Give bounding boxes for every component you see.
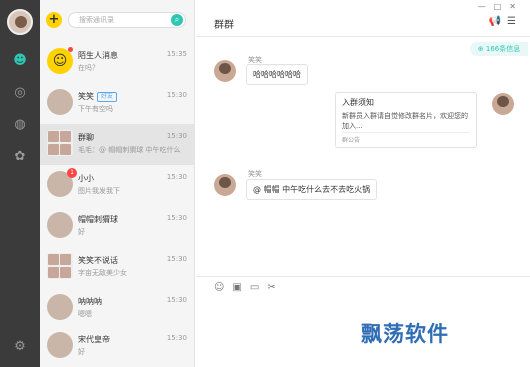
- conversation-name: 陌生人消息: [78, 51, 118, 60]
- notice-avatar[interactable]: [492, 93, 514, 115]
- conversation-item-selected[interactable]: 群聊 毛毛：@ 帽帽刺猬球 中午吃什么 15:30: [40, 124, 195, 165]
- conversation-preview: 好: [78, 348, 85, 356]
- close-icon[interactable]: ✕: [509, 2, 524, 11]
- conversation-time: 15:30: [166, 255, 187, 263]
- conversation-preview: 毛毛：@ 帽帽刺猬球 中午吃什么: [78, 146, 181, 154]
- conversation-time: 15:30: [166, 214, 187, 222]
- app-sidebar: ☻ ◎ ◍ ✿ ⚙: [0, 0, 40, 367]
- chat-panel: —□✕ 群群 📢☰ ⊕ 166条信息 笑笑 哈哈哈哈哈哈 入群须知 新群员入群请…: [196, 0, 530, 367]
- conversation-name: 帽帽刺猬球: [78, 215, 118, 224]
- maximize-icon[interactable]: □: [494, 2, 510, 11]
- watermark-logo: 飘荡软件: [361, 321, 449, 346]
- conversation-item[interactable]: 帽帽刺猬球 好 15:30: [40, 206, 195, 247]
- search-bar: + 搜索通讯录 ⌕: [40, 0, 195, 42]
- conversation-preview: 嗯嗯: [78, 310, 92, 318]
- search-input[interactable]: 搜索通讯录 ⌕: [68, 12, 186, 28]
- conversation-time: 15:30: [166, 132, 187, 140]
- avatar: [47, 332, 73, 358]
- folder-icon[interactable]: ▭: [250, 282, 267, 293]
- conversation-time: 15:30: [166, 334, 187, 342]
- conversation-preview: 在吗？: [78, 64, 99, 72]
- conversation-preview: 好: [78, 228, 85, 236]
- divider: [196, 276, 530, 277]
- group-avatar: [47, 253, 73, 279]
- conversation-preview: 下午有空吗: [78, 105, 113, 113]
- avatar: [47, 212, 73, 238]
- conversation-name: 小小: [78, 174, 94, 183]
- group-avatar: [47, 130, 73, 156]
- conversation-name: 笑笑不说话: [78, 256, 118, 265]
- conversation-name: 宋代皇帝: [78, 335, 110, 344]
- window-controls: —□✕: [478, 2, 524, 11]
- message-bubble: 哈哈哈哈哈哈: [246, 64, 308, 85]
- contact-icon[interactable]: ◎: [11, 84, 29, 102]
- image-icon[interactable]: ▣: [232, 282, 249, 293]
- people-icon: ⊕: [477, 45, 486, 53]
- sender-avatar[interactable]: [214, 60, 236, 82]
- message-count-badge[interactable]: ⊕ 166条信息: [470, 42, 528, 56]
- announcement-icon[interactable]: 📢: [489, 16, 507, 27]
- notice-footer: 群公告: [342, 132, 470, 144]
- group-notice-card[interactable]: 入群须知 新群员入群请自觉修改群名片，欢迎您的加入... 群公告: [335, 92, 477, 148]
- scissors-icon[interactable]: ✂: [267, 282, 283, 293]
- plus-icon[interactable]: +: [46, 12, 62, 28]
- search-icon[interactable]: ⌕: [171, 14, 183, 26]
- conversation-item[interactable]: 呐呐呐 嗯嗯 15:30: [40, 288, 195, 329]
- conversation-list: + 搜索通讯录 ⌕ ☺ 陌生人消息 在吗？ 15:35 笑笑 好友 下午有空吗 1…: [40, 0, 195, 367]
- sender-avatar[interactable]: [214, 174, 236, 196]
- conversation-preview: 字亩无敌美少女: [78, 269, 127, 277]
- avatar: [47, 89, 73, 115]
- divider: [196, 36, 530, 37]
- minimize-icon[interactable]: —: [478, 2, 494, 11]
- settings-icon[interactable]: ⚙: [11, 338, 29, 356]
- unread-dot: [68, 47, 73, 52]
- conversation-item[interactable]: ☺ 陌生人消息 在吗？ 15:35: [40, 42, 195, 83]
- conversation-time: 15:30: [166, 296, 187, 304]
- input-toolbar: ☺▣▭✂: [214, 282, 284, 293]
- conversation-time: 15:30: [166, 173, 187, 181]
- message-bubble: @ 帽帽 中午吃什么去不去吃火锅: [246, 179, 378, 200]
- conversation-item[interactable]: 1 小小 图片我发我下 15:30: [40, 165, 195, 206]
- conversation-name: 呐呐呐: [78, 297, 102, 306]
- conversation-time: 15:30: [166, 91, 187, 99]
- conversation-name: 群聊: [78, 133, 94, 142]
- sender-name: 笑笑: [248, 170, 262, 178]
- avatar: [47, 294, 73, 320]
- notice-title: 入群须知: [342, 98, 374, 107]
- notice-body: 新群员入群请自觉修改群名片，欢迎您的加入...: [342, 112, 468, 130]
- search-placeholder: 搜索通讯录: [79, 16, 114, 24]
- conversation-item[interactable]: 笑笑不说话 字亩无敌美少女 15:30: [40, 247, 195, 288]
- conversation-name: 笑笑 好友: [78, 91, 118, 102]
- conversation-preview: 图片我发我下: [78, 187, 120, 195]
- chat-title: 群群: [214, 20, 234, 31]
- chat-icon[interactable]: ☻: [11, 52, 29, 70]
- friend-tag: 好友: [97, 92, 118, 102]
- conversation-time: 15:35: [166, 50, 187, 58]
- members-icon[interactable]: ☰: [507, 16, 522, 27]
- emoji-icon[interactable]: ☺: [214, 282, 232, 293]
- user-avatar[interactable]: [7, 9, 33, 35]
- group-icon[interactable]: ◍: [11, 116, 29, 134]
- conversation-item[interactable]: 宋代皇帝 好 15:30: [40, 326, 195, 367]
- chat-header-icons: 📢☰: [489, 16, 522, 27]
- discover-icon[interactable]: ✿: [11, 148, 29, 166]
- conversation-item[interactable]: 笑笑 好友 下午有空吗 15:30: [40, 83, 195, 124]
- unread-badge: 1: [67, 168, 77, 178]
